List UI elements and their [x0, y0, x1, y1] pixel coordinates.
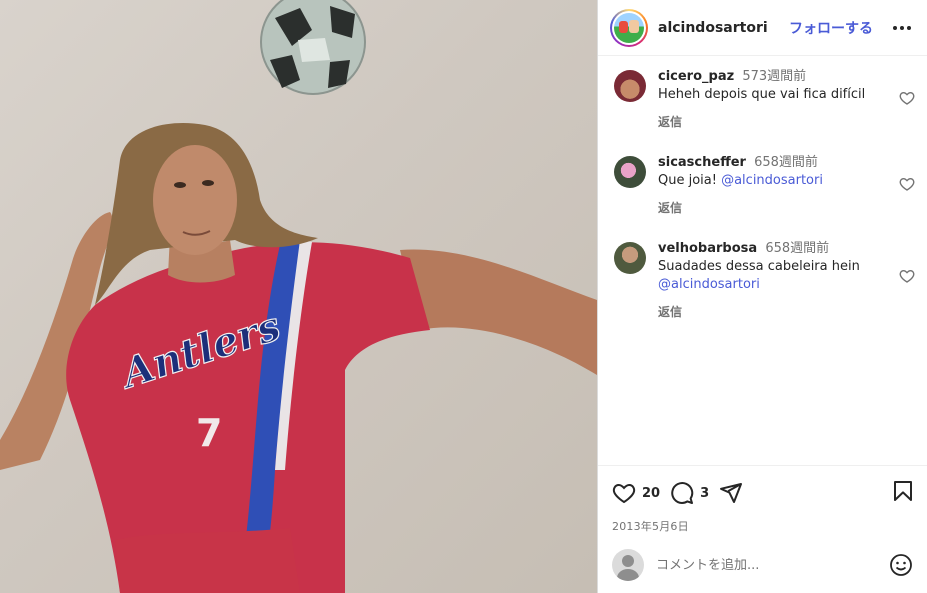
author-avatar[interactable]	[610, 8, 648, 47]
soccer-ball	[260, 0, 366, 95]
comment-time[interactable]: 658週間前	[765, 241, 829, 256]
more-options-icon[interactable]	[889, 22, 915, 34]
add-comment-bar	[598, 537, 927, 593]
player-right-arm	[400, 249, 597, 375]
comment-username[interactable]: sicascheffer	[658, 155, 746, 170]
send-icon	[720, 483, 743, 503]
share-button[interactable]	[719, 481, 743, 505]
comment-like-heart-icon[interactable]	[899, 268, 915, 284]
add-comment-input[interactable]	[656, 557, 889, 573]
reply-button[interactable]: 返信	[658, 199, 682, 216]
comment-like-heart-icon[interactable]	[899, 176, 915, 192]
bookmark-icon	[894, 481, 912, 501]
save-button[interactable]	[891, 479, 915, 507]
post-header: alcindosartori フォローする	[598, 0, 927, 56]
current-user-avatar	[612, 549, 644, 581]
jersey-number: 7	[196, 411, 222, 455]
comment-time[interactable]: 658週間前	[754, 155, 818, 170]
commenter-avatar[interactable]	[614, 70, 646, 102]
comment-icon	[671, 482, 694, 504]
comment-item: velhobarbosa 658週間前 Suadades dessa cabel…	[614, 240, 915, 340]
like-button[interactable]	[612, 481, 636, 505]
comment-item: sicascheffer 658週間前 Que joia! @alcindosa…	[614, 154, 915, 238]
comment-time[interactable]: 573週間前	[742, 69, 806, 84]
commenter-avatar[interactable]	[614, 242, 646, 274]
like-count[interactable]: 20	[642, 486, 660, 501]
comment-username[interactable]: velhobarbosa	[658, 241, 757, 256]
comment-mention-link[interactable]: @alcindosartori	[721, 173, 823, 188]
comment-button[interactable]	[670, 481, 694, 505]
photo-illustration: Antlers 7	[0, 0, 597, 593]
player-face	[153, 145, 237, 255]
reply-button[interactable]: 返信	[658, 303, 682, 320]
comment-mention-link[interactable]: @alcindosartori	[658, 277, 760, 292]
post-date[interactable]: 2013年5月6日	[612, 518, 915, 534]
comment-username[interactable]: cicero_paz	[658, 69, 734, 84]
comment-list: cicero_paz 573週間前 Heheh depois que vai f…	[598, 56, 927, 465]
comment-like-heart-icon[interactable]	[899, 90, 915, 106]
player-shorts	[115, 528, 300, 593]
comment-item: cicero_paz 573週間前 Heheh depois que vai f…	[614, 68, 915, 152]
follow-button[interactable]: フォローする	[789, 18, 873, 38]
post-side-panel: alcindosartori フォローする cicero_paz 573週間前 …	[597, 0, 927, 593]
comment-text: Heheh depois que vai fica difícil	[658, 87, 866, 102]
commenter-avatar[interactable]	[614, 156, 646, 188]
comment-text: Suadades dessa cabeleira hein @alcindosa…	[658, 259, 860, 292]
heart-icon	[612, 483, 636, 504]
reply-button[interactable]: 返信	[658, 113, 682, 130]
author-username[interactable]: alcindosartori	[658, 20, 789, 36]
comment-text: Que joia! @alcindosartori	[658, 173, 823, 188]
comment-count: 3	[700, 485, 710, 501]
emoji-icon[interactable]	[889, 553, 913, 577]
post-photo[interactable]: Antlers 7	[0, 0, 597, 593]
post-dialog: Antlers 7 alcindosartori フォローする cicero_p…	[0, 0, 927, 593]
